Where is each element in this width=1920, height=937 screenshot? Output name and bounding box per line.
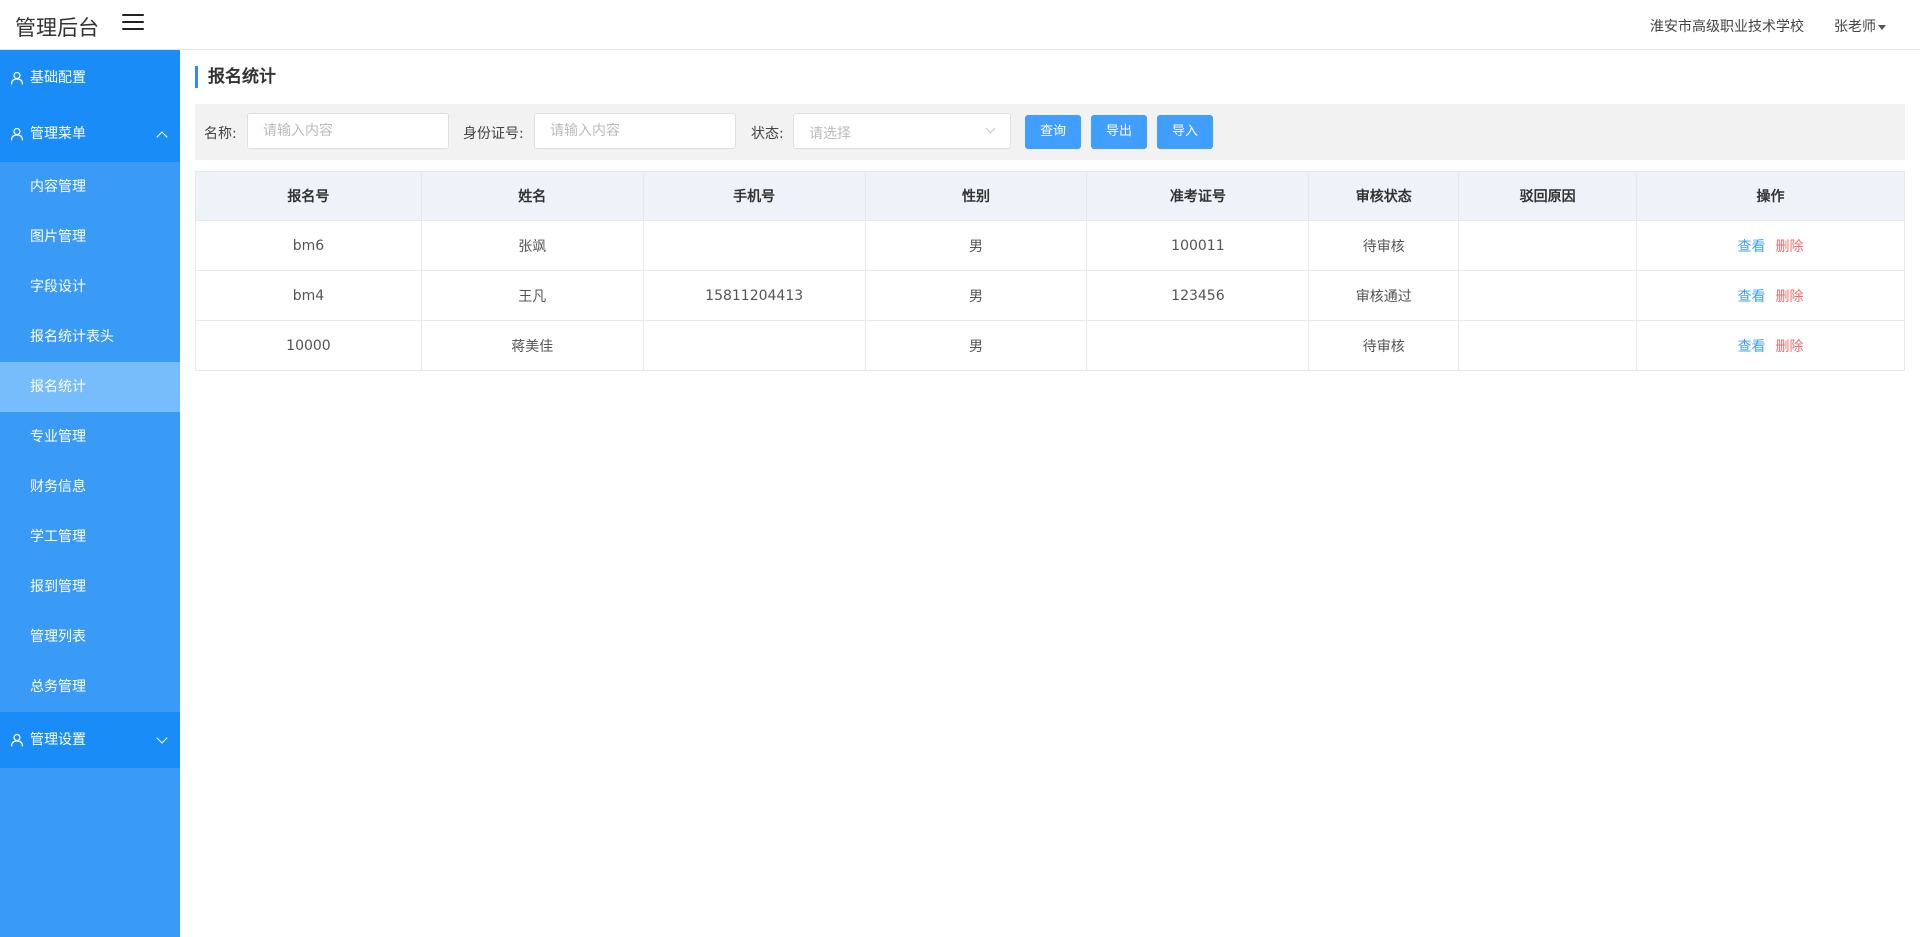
sidebar-item-field-design[interactable]: 字段设计 xyxy=(0,262,180,312)
cell-name: 张飒 xyxy=(420,220,644,271)
cell-phone xyxy=(642,320,866,371)
view-link[interactable]: 查看 xyxy=(1738,339,1766,355)
sidebar-group-basic-config[interactable]: 基础配置 xyxy=(0,50,180,106)
registration-table: 报名号 姓名 手机号 性别 准考证号 审核状态 驳回原因 操作 bm6 张飒 男… xyxy=(195,171,1905,371)
sidebar-item-majors[interactable]: 专业管理 xyxy=(0,412,180,462)
user-dropdown[interactable]: 张老师 xyxy=(1834,16,1886,36)
cell-reject-reason xyxy=(1458,320,1638,371)
query-button[interactable]: 查询 xyxy=(1025,115,1081,149)
cell-reg-no: 10000 xyxy=(195,320,422,371)
sidebar-item-general-affairs[interactable]: 总务管理 xyxy=(0,662,180,712)
cell-exam-no: 100011 xyxy=(1086,220,1310,271)
app-title: 管理后台 xyxy=(15,16,99,40)
id-number-input[interactable] xyxy=(534,113,736,149)
sidebar-item-student-affairs[interactable]: 学工管理 xyxy=(0,512,180,562)
cell-review-status: 审核通过 xyxy=(1308,270,1460,321)
cell-actions: 查看 删除 xyxy=(1636,220,1905,271)
cell-gender: 男 xyxy=(864,220,1088,271)
cell-review-status: 待审核 xyxy=(1308,220,1460,271)
delete-link[interactable]: 删除 xyxy=(1776,339,1804,355)
chevron-down-icon xyxy=(156,732,168,744)
column-header: 审核状态 xyxy=(1308,171,1460,221)
column-header: 准考证号 xyxy=(1086,171,1310,221)
sidebar-item-content[interactable]: 内容管理 xyxy=(0,162,180,212)
user-icon xyxy=(10,127,24,141)
caret-down-icon xyxy=(1878,24,1886,30)
cell-reject-reason xyxy=(1458,220,1638,271)
id-number-label: 身份证号: xyxy=(463,126,524,142)
sidebar-group-label: 基础配置 xyxy=(30,70,86,86)
user-name: 张老师 xyxy=(1834,19,1876,35)
sidebar-group-label: 管理菜单 xyxy=(30,126,86,142)
sidebar-item-images[interactable]: 图片管理 xyxy=(0,212,180,262)
cell-exam-no xyxy=(1086,320,1310,371)
top-header: 管理后台 淮安市高级职业技术学校 张老师 xyxy=(0,0,1920,50)
sidebar-item-registration-stats[interactable]: 报名统计 xyxy=(0,362,180,412)
cell-phone: 15811204413 xyxy=(642,270,866,321)
column-header: 操作 xyxy=(1636,171,1905,221)
page-title: 报名统计 xyxy=(195,66,276,88)
column-header: 驳回原因 xyxy=(1458,171,1638,221)
view-link[interactable]: 查看 xyxy=(1738,239,1766,255)
cell-reg-no: bm6 xyxy=(195,220,422,271)
status-select[interactable]: 请选择 xyxy=(793,113,1011,149)
sidebar-group-manage-settings[interactable]: 管理设置 xyxy=(0,712,180,768)
table-row: bm4 王凡 15811204413 男 123456 审核通过 查看 删除 xyxy=(195,270,1905,321)
delete-link[interactable]: 删除 xyxy=(1776,289,1804,305)
sidebar-item-finance[interactable]: 财务信息 xyxy=(0,462,180,512)
user-icon xyxy=(10,733,24,747)
chevron-down-icon xyxy=(985,123,996,134)
school-name: 淮安市高级职业技术学校 xyxy=(1650,19,1804,35)
cell-actions: 查看 删除 xyxy=(1636,320,1905,371)
view-link[interactable]: 查看 xyxy=(1738,289,1766,305)
chevron-up-icon xyxy=(156,131,168,143)
sidebar-group-manage-menu[interactable]: 管理菜单 xyxy=(0,106,180,162)
filter-bar: 名称: 身份证号: 状态: 请选择 查询 导出 导入 xyxy=(195,104,1905,160)
table-header-row: 报名号 姓名 手机号 性别 准考证号 审核状态 驳回原因 操作 xyxy=(195,171,1905,221)
name-label: 名称: xyxy=(204,126,237,142)
sidebar-item-check-in[interactable]: 报到管理 xyxy=(0,562,180,612)
column-header: 性别 xyxy=(864,171,1088,221)
export-button[interactable]: 导出 xyxy=(1091,115,1147,149)
name-input[interactable] xyxy=(247,113,449,149)
status-label: 状态: xyxy=(751,126,784,142)
cell-name: 蒋美佳 xyxy=(420,320,644,371)
column-header: 姓名 xyxy=(420,171,644,221)
status-placeholder: 请选择 xyxy=(809,126,851,142)
table-row: 10000 蒋美佳 男 待审核 查看 删除 xyxy=(195,320,1905,371)
import-button[interactable]: 导入 xyxy=(1157,115,1213,149)
column-header: 报名号 xyxy=(195,171,422,221)
user-icon xyxy=(10,71,24,85)
sidebar-item-stats-header[interactable]: 报名统计表头 xyxy=(0,312,180,362)
cell-gender: 男 xyxy=(864,270,1088,321)
sidebar: 基础配置 管理菜单 内容管理 图片管理 字段设计 报名统计表头 报名统计 专业管… xyxy=(0,50,180,937)
cell-exam-no: 123456 xyxy=(1086,270,1310,321)
cell-actions: 查看 删除 xyxy=(1636,270,1905,321)
column-header: 手机号 xyxy=(642,171,866,221)
table-row: bm6 张飒 男 100011 待审核 查看 删除 xyxy=(195,220,1905,271)
hamburger-menu-icon[interactable] xyxy=(122,14,144,32)
sidebar-group-label: 管理设置 xyxy=(30,732,86,748)
cell-gender: 男 xyxy=(864,320,1088,371)
cell-phone xyxy=(642,220,866,271)
sidebar-item-manage-list[interactable]: 管理列表 xyxy=(0,612,180,662)
main-content: 报名统计 名称: 身份证号: 状态: 请选择 查询 导出 导入 报名号 姓名 手… xyxy=(180,50,1920,937)
delete-link[interactable]: 删除 xyxy=(1776,239,1804,255)
cell-reject-reason xyxy=(1458,270,1638,321)
cell-review-status: 待审核 xyxy=(1308,320,1460,371)
cell-name: 王凡 xyxy=(420,270,644,321)
cell-reg-no: bm4 xyxy=(195,270,422,321)
